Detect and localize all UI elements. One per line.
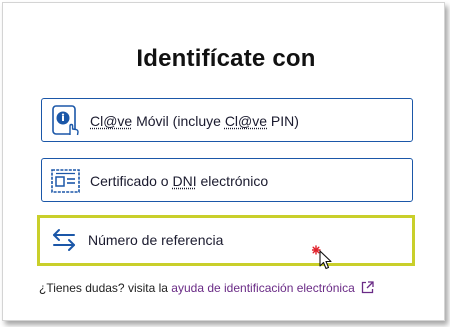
reference-number-option-button[interactable]: Número de referencia — [40, 218, 412, 263]
electronic-id-help-link[interactable]: ayuda de identificación electrónica — [171, 281, 354, 295]
help-prefix: ¿Tienes dudas? visita la — [39, 281, 172, 295]
login-panel: Identifícate con Cl@ve Móvil (incluye Cl… — [2, 2, 445, 321]
swap-arrows-icon — [48, 224, 80, 256]
certificate-dni-label: Certificado o DNI electrónico — [90, 173, 269, 189]
mobile-touch-icon — [50, 105, 82, 137]
page-title: Identifícate con — [136, 45, 316, 72]
clave-movil-option-button[interactable]: Cl@ve Móvil (incluye Cl@ve PIN) — [41, 98, 413, 142]
external-link-icon[interactable] — [361, 281, 374, 297]
mouse-cursor-icon — [311, 245, 334, 271]
id-card-icon — [50, 165, 82, 197]
help-text: ¿Tienes dudas? visita la ayuda de identi… — [39, 281, 374, 297]
reference-number-label: Número de referencia — [88, 232, 224, 248]
clave-movil-label: Cl@ve Móvil (incluye Cl@ve PIN) — [90, 113, 299, 129]
certificate-dni-option-button[interactable]: Certificado o DNI electrónico — [41, 158, 413, 202]
